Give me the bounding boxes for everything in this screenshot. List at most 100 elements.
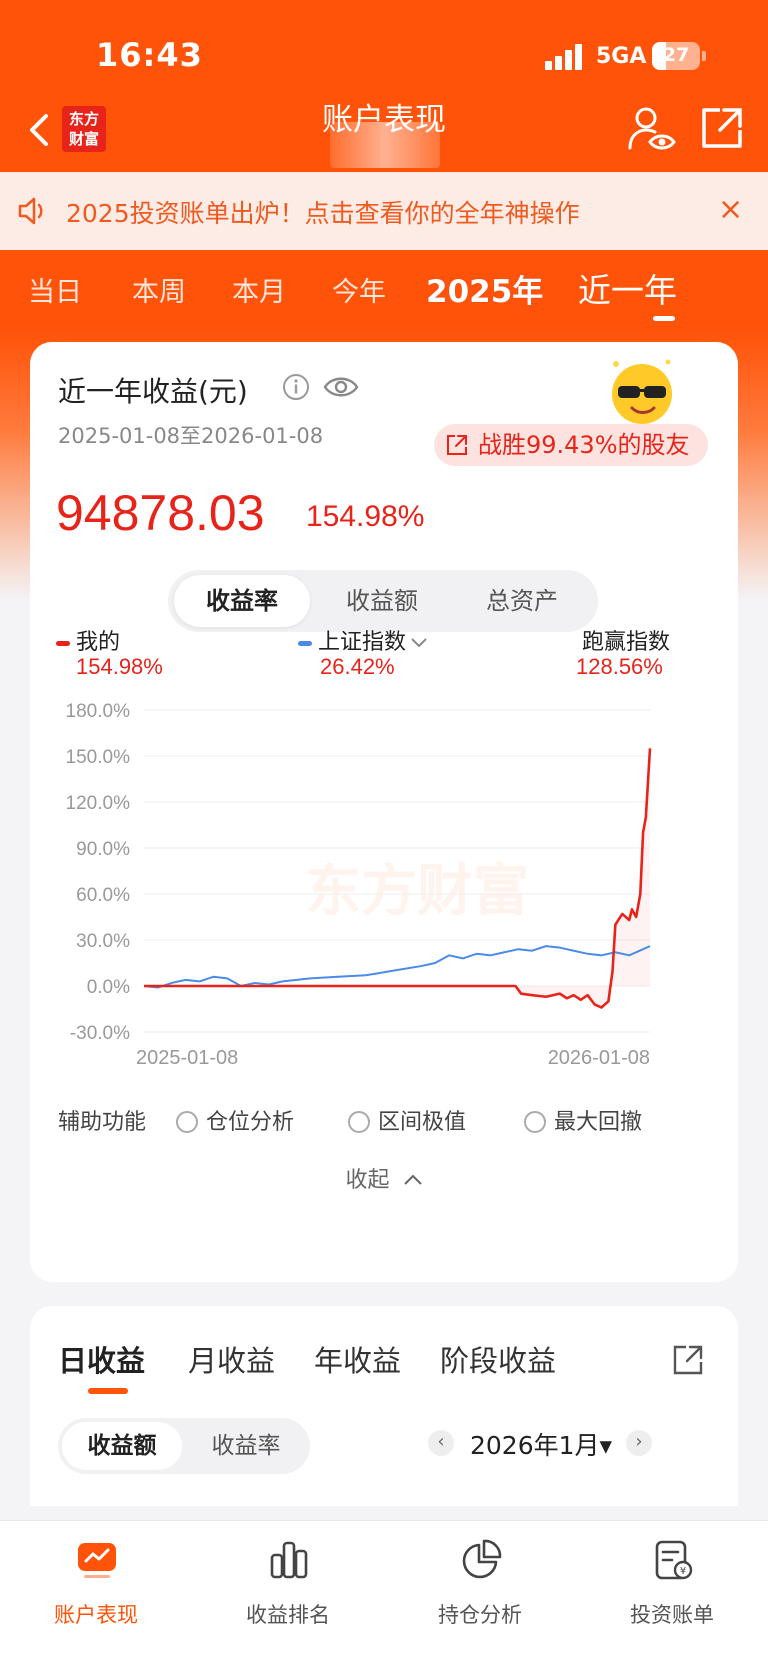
aux-range-extreme[interactable]: 区间极值: [348, 1104, 466, 1136]
nav-label: 账户表现: [54, 1603, 138, 1627]
period-tabs: 当日 本周 本月 今年 2025年 近一年: [0, 262, 768, 322]
beat-rank-text: 战胜99.43%的股友: [478, 431, 690, 459]
returns-segmented-control: 收益额 收益率: [58, 1418, 310, 1474]
active-tab-indicator: [88, 1388, 128, 1394]
y-tick-label: 30.0%: [76, 931, 130, 952]
legend-index-label: 上证指数: [318, 630, 407, 655]
y-tick-label: 0.0%: [87, 977, 130, 998]
nav-investment-bill[interactable]: ¥ 投资账单: [576, 1521, 768, 1665]
sunglasses-emoji-icon: [612, 359, 672, 424]
aux-position-label: 仓位分析: [206, 1110, 295, 1135]
radio-icon: [524, 1111, 546, 1133]
legend-index-select[interactable]: 上证指数: [298, 624, 428, 656]
share-small-icon: [447, 435, 467, 455]
share-icon[interactable]: [672, 1344, 704, 1376]
svg-text:¥: ¥: [680, 1566, 686, 1577]
y-tick-label: 90.0%: [76, 839, 130, 860]
speaker-icon: [18, 197, 43, 225]
tab-monthly-returns[interactable]: 月收益: [188, 1338, 275, 1380]
user-view-icon[interactable]: [626, 106, 676, 152]
legend-outperform-value: 128.56%: [576, 654, 663, 679]
banner-text: 2025投资账单出炉！点击查看你的全年神操作: [66, 199, 580, 228]
return-chart[interactable]: 东方财富 180.0% 150.0% 120.0% 90.0% 60.0% 30.0% 0.0…: [30, 692, 738, 1092]
aux-label: 辅助功能: [58, 1110, 147, 1135]
aux-max-drawdown[interactable]: 最大回撤: [524, 1104, 642, 1136]
promo-banner[interactable]: 2025投资账单出炉！点击查看你的全年神操作 ×: [0, 172, 768, 250]
tab-month[interactable]: 本月: [232, 270, 286, 309]
tab-return-rate[interactable]: 收益率: [174, 575, 310, 627]
battery-level: 27: [662, 44, 690, 66]
month-selector[interactable]: 2026年1月▾: [470, 1426, 612, 1462]
nav-holdings-analysis[interactable]: 持仓分析: [384, 1521, 576, 1665]
profit-amount: 94878.03: [56, 485, 265, 541]
legend-mine: 我的: [56, 624, 120, 656]
active-tab-indicator: [653, 316, 675, 321]
status-bar: 16:43 5GA 27: [0, 0, 768, 100]
collapse-button[interactable]: 收起: [30, 1162, 738, 1194]
aux-position-analysis[interactable]: 仓位分析: [176, 1104, 294, 1136]
legend-outperform: 跑赢指数: [582, 624, 670, 656]
x-tick-label: 2026-01-08: [548, 1047, 650, 1069]
aux-drawdown-label: 最大回撤: [554, 1110, 643, 1135]
tab-amount[interactable]: 收益额: [62, 1422, 182, 1470]
tab-daily-returns[interactable]: 日收益: [58, 1338, 145, 1380]
radio-icon: [348, 1111, 370, 1133]
tab-today[interactable]: 当日: [28, 270, 82, 309]
profit-percent: 154.98%: [306, 500, 425, 533]
tab-yearly-returns[interactable]: 年收益: [314, 1338, 401, 1380]
nav-label: 收益排名: [246, 1603, 330, 1627]
status-time: 16:43: [96, 36, 203, 74]
x-tick-label: 2025-01-08: [136, 1047, 238, 1069]
info-icon[interactable]: [281, 372, 311, 402]
share-icon[interactable]: [700, 106, 744, 150]
bottom-navigation: 账户表现 收益排名 持仓分析 ¥ 投资账单: [0, 1520, 768, 1665]
tab-2025[interactable]: 2025年: [426, 266, 543, 311]
y-tick-label: 120.0%: [66, 793, 131, 814]
tab-rate[interactable]: 收益率: [186, 1422, 306, 1470]
nav-account-performance[interactable]: 账户表现: [0, 1521, 192, 1665]
returns-summary-card: 近一年收益(元) 2025-01-08至2026-01-08 战胜99.43%的…: [30, 342, 738, 1282]
chevron-down-icon: [411, 638, 427, 648]
tab-this-year[interactable]: 今年: [332, 270, 386, 309]
aux-range-label: 区间极值: [378, 1110, 467, 1135]
tab-stage-returns[interactable]: 阶段收益: [440, 1338, 556, 1380]
aux-functions: 辅助功能 仓位分析 区间极值 最大回撤: [58, 1104, 718, 1140]
periodic-returns-card: 日收益 月收益 年收益 阶段收益 收益额 收益率 ‹ 2026年1月▾ ›: [30, 1306, 738, 1506]
battery-icon: 27: [652, 42, 700, 70]
y-tick-label: 180.0%: [66, 701, 131, 722]
next-month-button[interactable]: ›: [626, 1430, 652, 1456]
y-tick-label: 150.0%: [66, 747, 131, 768]
pie-chart-icon: [462, 1539, 502, 1579]
nav-label: 投资账单: [630, 1603, 714, 1627]
y-tick-label: 60.0%: [76, 885, 130, 906]
bar-chart-icon: [270, 1541, 308, 1579]
card-title: 近一年收益(元): [58, 375, 248, 408]
bill-icon: ¥: [655, 1540, 693, 1580]
chevron-up-icon: [403, 1174, 422, 1185]
masked-account-name: [330, 122, 440, 168]
date-range: 2025-01-08至2026-01-08: [58, 424, 324, 448]
legend-index-value: 26.42%: [320, 654, 395, 679]
prev-month-button[interactable]: ‹: [428, 1430, 454, 1456]
y-tick-label: -30.0%: [70, 1023, 130, 1044]
metric-segmented-control: 收益率 收益额 总资产: [168, 570, 598, 632]
signal-icon: [545, 44, 585, 70]
tab-week[interactable]: 本周: [132, 270, 186, 309]
tab-last-year[interactable]: 近一年: [578, 264, 677, 312]
chart-card-icon: [78, 1543, 116, 1578]
series-line-index: [143, 945, 651, 989]
legend-mine-label: 我的: [76, 630, 121, 655]
nav-return-ranking[interactable]: 收益排名: [192, 1521, 384, 1665]
battery-tip: [702, 51, 706, 61]
radio-icon: [176, 1111, 198, 1133]
close-icon[interactable]: ×: [718, 192, 743, 227]
eye-icon[interactable]: [322, 372, 360, 402]
tab-return-amount[interactable]: 收益额: [314, 575, 450, 627]
chart-watermark: 东方财富: [305, 859, 529, 924]
legend-mine-value: 154.98%: [76, 654, 163, 679]
network-type: 5GA: [596, 44, 647, 69]
beat-rank-badge[interactable]: 战胜99.43%的股友: [434, 424, 708, 466]
tab-total-assets[interactable]: 总资产: [454, 575, 590, 627]
nav-label: 持仓分析: [438, 1603, 522, 1627]
legend-outperform-label: 跑赢指数: [582, 630, 671, 655]
